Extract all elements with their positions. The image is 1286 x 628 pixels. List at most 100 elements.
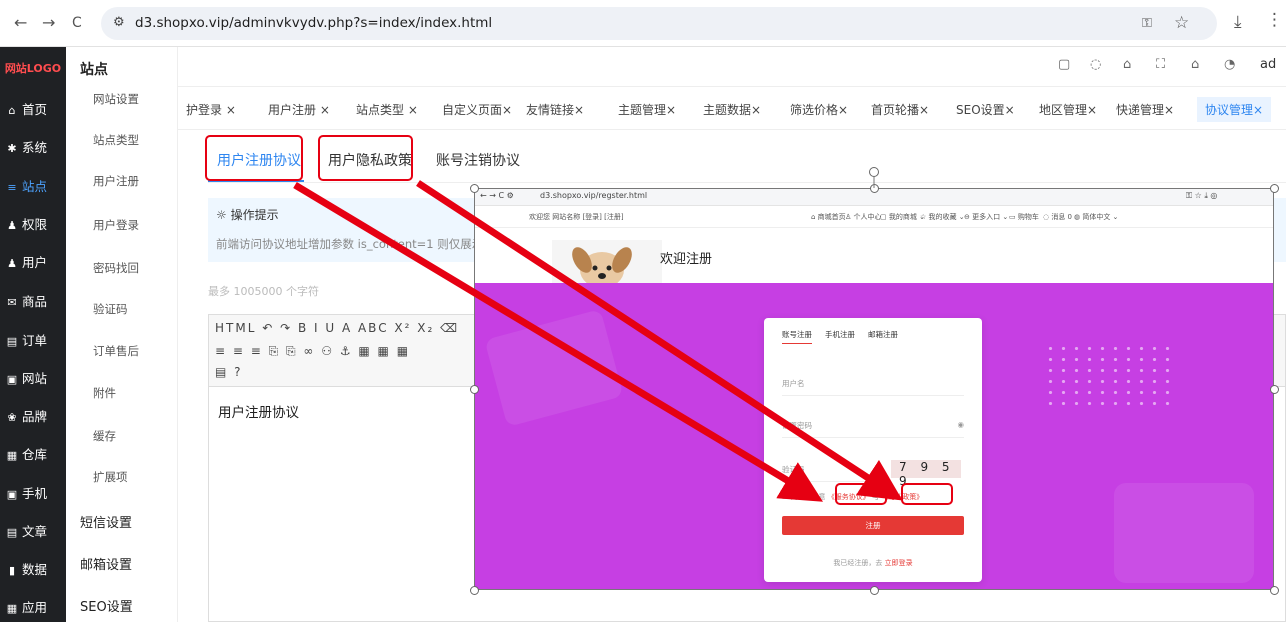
page-tab[interactable]: 护登录 × — [186, 101, 236, 118]
home-icon[interactable]: ⌂ — [1191, 57, 1199, 72]
sub-nav-item[interactable]: 附件 — [66, 385, 178, 401]
embed-welcome-bar: 欢迎您 网站名称 [登录] [注册] — [529, 213, 624, 221]
annotation-box-privacy — [318, 135, 413, 181]
sub-nav-group[interactable]: 短信设置 — [66, 512, 178, 531]
sub-nav-item[interactable]: 验证码 — [66, 301, 178, 317]
card-tab-email: 邮箱注册 — [868, 330, 898, 339]
site-logo[interactable]: 网站LOGO — [0, 47, 66, 91]
main-nav-item-mobile[interactable]: ▣ 手机 — [0, 475, 66, 513]
site-settings-icon[interactable]: ⚙ — [113, 15, 125, 30]
resize-handle — [869, 585, 879, 595]
main-nav-item-article[interactable]: ▤ 文章 — [0, 513, 66, 551]
main-nav-item-app[interactable]: ▦ 应用 — [0, 589, 66, 627]
forward-icon[interactable]: → — [42, 13, 55, 32]
order-icon: ▤ — [6, 335, 18, 348]
captcha-image: 7 9 5 9 — [891, 460, 961, 488]
sub-sidebar: 站点 网站设置 站点类型 用户注册 用户登录 密码找回 验证码 订单售后 附件 缓存 扩展项 短信设… — [66, 47, 178, 622]
main-nav-item-data[interactable]: ▮ 数据 — [0, 551, 66, 589]
download-icon[interactable]: ⤓ — [1234, 12, 1242, 32]
user-icon: ♟ — [7, 257, 17, 270]
main-nav-item-order[interactable]: ▤ 订单 — [0, 322, 66, 360]
theme-icon[interactable]: ◌ — [1090, 57, 1101, 72]
page-tab[interactable]: 地区管理× — [1039, 101, 1097, 118]
address-bar[interactable]: ⚙ d3.shopxo.vip/adminvkvydv.php?s=index/… — [101, 7, 1217, 40]
main-nav-label: 数据 — [22, 562, 48, 577]
main-nav-item-system[interactable]: ✱ 系统 — [0, 129, 66, 167]
welcome-heading: 欢迎注册 — [660, 252, 713, 267]
sub-nav-item[interactable]: 站点类型 — [66, 132, 178, 148]
bookmark-star-icon[interactable]: ☆ — [1174, 13, 1189, 33]
tab-cancel-agreement[interactable]: 账号注销协议 — [436, 150, 520, 170]
goods-icon: ✉ — [7, 296, 17, 309]
main-nav-item-permission[interactable]: ♟ 权限 — [0, 206, 66, 244]
back-icon[interactable]: ← — [14, 13, 27, 32]
main-nav-label: 品牌 — [22, 409, 48, 424]
page-tab[interactable]: 自定义页面× — [442, 101, 512, 118]
page-tab[interactable]: 首页轮播× — [871, 101, 929, 118]
editor-body-text[interactable]: 用户注册协议 — [218, 401, 299, 421]
main-nav-item-goods[interactable]: ✉ 商品 — [0, 283, 66, 321]
page-tab[interactable]: SEO设置× — [956, 101, 1015, 118]
sub-nav-item[interactable]: 用户注册 — [66, 173, 178, 189]
embed-toolbar-icons: ⚿ ☆ ⤓ ◎ — [1186, 191, 1218, 200]
data-icon: ▮ — [8, 564, 16, 577]
main-nav-item-site[interactable]: ≡ 站点 — [0, 168, 66, 206]
sub-nav-item[interactable]: 缓存 — [66, 428, 178, 444]
fullscreen-icon[interactable]: ⛶ — [1156, 57, 1165, 72]
browser-toolbar: ← → C ⚙ d3.shopxo.vip/adminvkvydv.php?s=… — [0, 0, 1286, 47]
website-icon: ▣ — [6, 373, 18, 386]
sub-nav-item[interactable]: 扩展项 — [66, 469, 178, 485]
translate-icon[interactable]: ▢ — [1058, 57, 1070, 72]
sub-nav-item[interactable]: 用户登录 — [66, 217, 178, 233]
sub-nav-item[interactable]: 网站设置 — [66, 91, 178, 107]
sub-nav-item[interactable]: 订单售后 — [66, 343, 178, 359]
password-key-icon[interactable]: ⚿ — [1142, 16, 1152, 31]
resize-handle — [869, 183, 879, 193]
annotation-box-register — [205, 135, 303, 181]
permission-icon: ♟ — [7, 219, 17, 232]
main-nav-item-home[interactable]: ⌂ 首页 — [0, 91, 66, 129]
dot-pattern — [1044, 343, 1174, 413]
main-nav-label: 应用 — [22, 600, 48, 615]
resize-handle — [469, 384, 479, 394]
page-tab[interactable]: 筛选价格× — [790, 101, 848, 118]
app-icon: ▦ — [6, 602, 18, 615]
url-text[interactable]: d3.shopxo.vip/adminvkvydv.php?s=index/in… — [135, 15, 492, 31]
page-tab[interactable]: 协议管理× — [1197, 97, 1272, 122]
sub-nav-group[interactable]: SEO设置 — [66, 596, 178, 615]
toolbar-row-1[interactable]: HTML ↶ ↷ B I U A ABC X² X₂ ⌫ — [215, 321, 459, 335]
site-icon: ≡ — [7, 181, 17, 194]
main-nav-item-user[interactable]: ♟ 用户 — [0, 244, 66, 282]
main-nav-label: 手机 — [22, 486, 48, 501]
toolbar-row-2[interactable]: ≡ ≡ ≡ ⎘ ⎘ ∞ ⚇ ⚓ ▦ ▦ ▦ — [215, 344, 410, 359]
embedded-register-screenshot: ← → C ⚙ d3.shopxo.vip/regster.html ⚿ ☆ ⤓… — [474, 188, 1274, 590]
main-nav-label: 权限 — [22, 217, 48, 232]
captcha-field: 验证码 — [782, 464, 886, 482]
page-tab[interactable]: 快递管理× — [1116, 101, 1174, 118]
page-tab[interactable]: 主题数据× — [703, 101, 761, 118]
register-submit-button: 注册 — [782, 516, 964, 535]
main-nav-label: 网站 — [22, 371, 48, 386]
user-name[interactable]: ad — [1260, 57, 1276, 72]
main-nav-item-website[interactable]: ▣ 网站 — [0, 360, 66, 398]
main-nav-item-brand[interactable]: ❀ 品牌 — [0, 398, 66, 436]
more-menu-icon[interactable]: ⋮ — [1266, 10, 1283, 30]
page-tab[interactable]: 主题管理× — [618, 101, 676, 118]
main-nav-item-warehouse[interactable]: ▦ 仓库 — [0, 436, 66, 474]
username-field: 用户名 — [782, 378, 964, 396]
main-nav-label: 商品 — [22, 294, 48, 309]
reload-icon[interactable]: C — [72, 15, 82, 31]
page-tab[interactable]: 站点类型 × — [356, 101, 418, 118]
embed-nav-item: ◍ 简体中文 ⌄ — [1074, 213, 1119, 221]
page-tab[interactable]: 用户注册 × — [268, 101, 330, 118]
main-nav-label: 订单 — [22, 333, 48, 348]
store-icon[interactable]: ⌂ — [1123, 57, 1131, 72]
home-icon: ⌂ — [8, 104, 16, 117]
toolbar-row-3[interactable]: ▤ ? — [215, 365, 243, 379]
sub-nav-group[interactable]: 邮箱设置 — [66, 554, 178, 573]
page-tab[interactable]: 友情链接× — [526, 101, 584, 118]
sub-nav-item[interactable]: 密码找回 — [66, 260, 178, 276]
bell-icon[interactable]: ◔ — [1224, 57, 1235, 72]
bg-shape — [484, 309, 624, 427]
main-nav-label: 站点 — [22, 179, 48, 194]
